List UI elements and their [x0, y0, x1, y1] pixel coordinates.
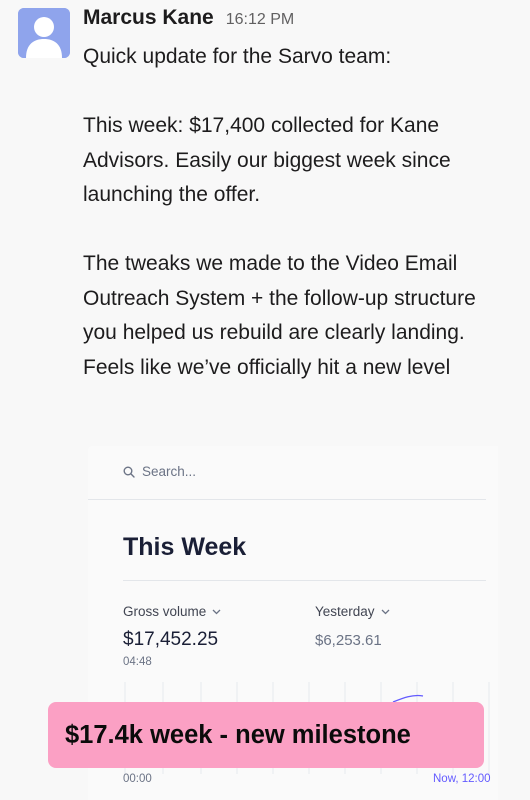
- message-paragraph: Quick update for the Sarvo team:: [83, 45, 392, 68]
- message-header: Marcus Kane 16:12 PM: [83, 6, 294, 30]
- axis-end-label: Now, 12:00: [433, 773, 491, 785]
- message-paragraph: The tweaks we made to the Video Email Ou…: [83, 252, 476, 379]
- search-bar: Search...: [123, 464, 196, 479]
- chevron-down-icon: [381, 609, 390, 614]
- yesterday-dropdown: Yesterday: [315, 604, 390, 619]
- chevron-down-icon: [212, 609, 221, 614]
- gross-volume-dropdown: Gross volume: [123, 604, 221, 619]
- message-timestamp[interactable]: 16:12 PM: [226, 11, 294, 29]
- yesterday-label: Yesterday: [315, 604, 375, 619]
- message-body: Quick update for the Sarvo team: This we…: [83, 40, 513, 385]
- gross-volume-value: $17,452.25: [123, 629, 219, 650]
- axis-start-label: 00:00: [123, 773, 152, 785]
- avatar[interactable]: [18, 8, 70, 58]
- dashboard-title: This Week: [123, 533, 247, 561]
- user-avatar-icon: [18, 8, 70, 58]
- message-paragraph: This week: $17,400 collected for Kane Ad…: [83, 114, 451, 206]
- divider: [123, 580, 486, 581]
- yesterday-value: $6,253.61: [315, 632, 382, 649]
- gross-volume-time: 04:48: [123, 656, 152, 668]
- sender-name[interactable]: Marcus Kane: [83, 6, 214, 30]
- search-placeholder: Search...: [142, 464, 197, 479]
- gross-volume-label: Gross volume: [123, 604, 207, 619]
- milestone-banner: $17.4k week - new milestone: [48, 702, 484, 768]
- divider: [88, 499, 486, 500]
- search-icon: [123, 466, 135, 478]
- milestone-banner-text: $17.4k week - new milestone: [65, 720, 411, 749]
